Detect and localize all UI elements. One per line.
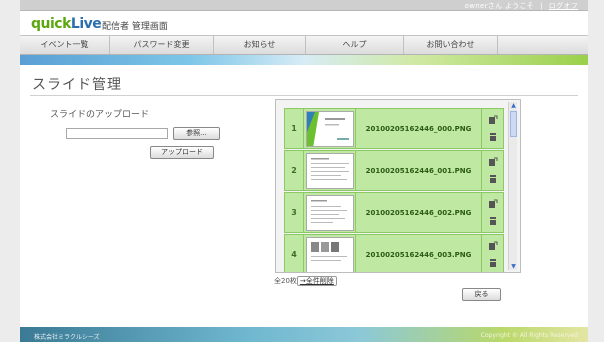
delete-icon[interactable] (488, 258, 498, 268)
slide-number: 3 (285, 193, 304, 232)
footer: 株式会社ミラクルシーズ Copyright © All Rights Reser… (20, 327, 588, 342)
slide-actions (482, 151, 503, 190)
slide-row: 2 20100205162446_001.PNG (284, 150, 504, 191)
logout-link[interactable]: ログオフ (549, 2, 578, 10)
replace-icon[interactable] (488, 199, 498, 209)
slide-list-scrollbar[interactable]: ▲ ▼ (508, 102, 517, 270)
slide-thumbnail[interactable] (304, 193, 356, 232)
nav-item-notices[interactable]: お知らせ (214, 36, 306, 54)
slide-filename: 20100205162446_002.PNG (356, 193, 482, 232)
replace-icon[interactable] (488, 157, 498, 167)
logo-part2: Live (70, 16, 102, 32)
slide-number: 2 (285, 151, 304, 190)
slide-thumbnail-image-icon (310, 241, 347, 261)
header-subtitle: 配信者 管理画面 (102, 22, 168, 32)
delete-icon[interactable] (488, 132, 498, 142)
slide-thumbnail[interactable] (304, 151, 356, 190)
nav-item-contact[interactable]: お問い合わせ (404, 36, 498, 54)
slide-row: 1 20100205162446_000.PNG (284, 108, 504, 149)
logo-part1: quick (31, 16, 71, 32)
page-title: スライド管理 (32, 77, 122, 93)
logo[interactable]: quickLive (31, 16, 102, 32)
delete-icon[interactable] (488, 216, 498, 226)
slide-list[interactable]: 1 20100205162446_000.PNG 2 2010020516244… (275, 99, 521, 273)
slide-thumbnail-image-icon (310, 157, 349, 180)
slide-actions (482, 193, 503, 232)
slide-thumbnail[interactable] (304, 109, 356, 148)
main-nav: イベント一覧 パスワード変更 お知らせ ヘルプ お問い合わせ (20, 35, 588, 55)
slide-filename: 20100205162446_001.PNG (356, 151, 482, 190)
replace-icon[interactable] (488, 241, 498, 251)
scroll-up-icon[interactable]: ▲ (510, 102, 517, 109)
slide-thumbnail[interactable] (304, 235, 356, 272)
slide-count: 全20枚 →全件削除 (274, 276, 337, 286)
top-bar: ownerさん ようこそ | ログオフ (20, 0, 588, 11)
page: ownerさん ようこそ | ログオフ quickLive 配信者 管理画面 イベン… (0, 0, 604, 342)
header: quickLive 配信者 管理画面 (20, 11, 588, 35)
slide-total: 全20枚 (274, 277, 297, 285)
slide-actions (482, 235, 503, 272)
upload-heading: スライドのアップロード (50, 110, 150, 120)
footer-copyright: Copyright © All Rights Reserved (480, 332, 578, 339)
slide-filename: 20100205162446_000.PNG (356, 109, 482, 148)
slide-thumbnail-image-icon (310, 199, 347, 223)
slide-filename: 20100205162446_003.PNG (356, 235, 482, 272)
slide-thumbnail-image-icon (306, 111, 349, 146)
slide-row: 4 20100205162446_003.PNG (284, 234, 504, 272)
nav-item-event-list[interactable]: イベント一覧 (20, 36, 110, 54)
back-button[interactable]: 戻る (462, 288, 501, 301)
slide-number: 1 (285, 109, 304, 148)
main-content: スライド管理 スライドのアップロード 参照... アップロード 1 201002… (20, 65, 588, 327)
title-divider (30, 95, 578, 96)
upload-button[interactable]: アップロード (150, 146, 214, 159)
decorative-stripe (20, 55, 588, 65)
separator: | (540, 2, 543, 10)
replace-icon[interactable] (488, 115, 498, 125)
slide-number: 4 (285, 235, 304, 272)
delete-icon[interactable] (488, 174, 498, 184)
nav-item-help[interactable]: ヘルプ (306, 36, 404, 54)
footer-company: 株式会社ミラクルシーズ (34, 334, 100, 341)
user-greeting: ownerさん ようこそ (464, 2, 535, 10)
top-links: ownerさん ようこそ | ログオフ (465, 1, 578, 11)
scroll-down-icon[interactable]: ▼ (510, 263, 517, 270)
scrollbar-thumb[interactable] (510, 111, 517, 137)
slide-actions (482, 109, 503, 148)
delete-all-link[interactable]: →全件削除 (296, 276, 337, 286)
file-path-input[interactable] (66, 128, 168, 139)
nav-item-password-change[interactable]: パスワード変更 (110, 36, 214, 54)
browse-button[interactable]: 参照... (173, 127, 220, 140)
slide-row: 3 20100205162446_002.PNG (284, 192, 504, 233)
